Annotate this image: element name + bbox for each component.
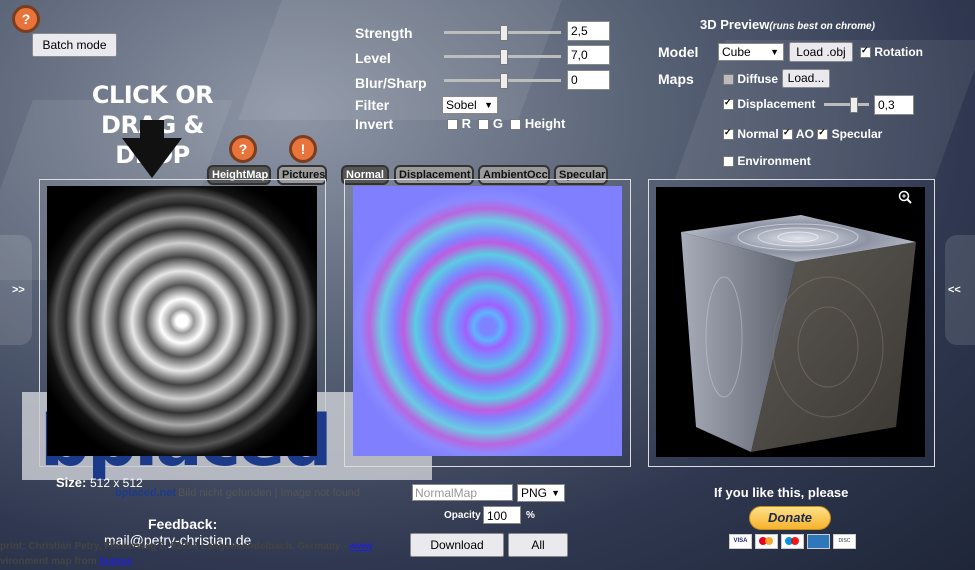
maps-label: Maps	[658, 71, 694, 87]
invert-g-label: G	[492, 116, 503, 131]
discover-icon: DISC	[833, 534, 856, 549]
level-slider-thumb[interactable]	[500, 49, 508, 65]
preview-subtitle: (runs best on chrome)	[769, 21, 875, 32]
maestro-icon	[781, 534, 804, 549]
rotation-option: Rotation	[860, 45, 923, 59]
invert-height-checkbox[interactable]	[510, 119, 522, 131]
map-options-row: Normal AO Specular	[723, 127, 882, 141]
diffuse-checkbox[interactable]	[723, 74, 734, 86]
strength-slider[interactable]	[444, 25, 561, 41]
blur-sharp-slider[interactable]	[444, 73, 561, 89]
model-select-value: Cube	[722, 45, 751, 59]
imprint-text: print: Christian Petry, Fliederweg 8, 91…	[0, 541, 373, 552]
environment-option: Environment	[723, 154, 811, 168]
format-select-value: PNG	[521, 486, 548, 500]
env-credit-text: vironment map from	[0, 556, 100, 567]
filter-select-value: Sobel	[446, 98, 477, 112]
opacity-label: Opacity	[444, 510, 481, 521]
model-label: Model	[658, 44, 699, 60]
mastercard-icon	[755, 534, 778, 549]
strength-label: Strength	[355, 25, 413, 41]
expand-left-button[interactable]: >>	[12, 284, 25, 296]
invert-options: R G Height	[447, 116, 565, 131]
level-label: Level	[355, 50, 391, 66]
cube-render	[681, 215, 916, 452]
batch-mode-button[interactable]: Batch mode	[32, 33, 117, 57]
warning-icon[interactable]: !	[289, 135, 317, 163]
specular-checkbox[interactable]	[817, 127, 829, 141]
size-readout: Size: 512 x 512	[56, 475, 143, 490]
load-diffuse-button[interactable]: Load...	[782, 69, 830, 88]
background-shape	[238, 0, 562, 120]
image-not-found-text: Bild nicht gefunden | Image not found	[178, 487, 361, 499]
environment-checkbox[interactable]	[723, 156, 734, 168]
displacement-checkbox[interactable]	[723, 97, 734, 111]
invert-height-label: Height	[524, 116, 566, 131]
zoom-icon[interactable]	[898, 190, 912, 204]
filter-label: Filter	[355, 97, 390, 113]
donate-text: If you like this, please	[714, 485, 849, 500]
specular-label: Specular	[831, 127, 883, 141]
displacement-slider-thumb[interactable]	[850, 97, 858, 113]
heightmap-image[interactable]	[47, 186, 317, 456]
blur-sharp-label: Blur/Sharp	[355, 75, 427, 91]
download-all-button[interactable]: All	[508, 533, 568, 557]
preview-title-text: 3D Preview	[700, 17, 770, 32]
feedback-label: Feedback:	[148, 516, 218, 532]
drop-text-line1: CLICK OR	[91, 81, 214, 109]
strength-slider-thumb[interactable]	[500, 25, 508, 41]
down-arrow-stem	[140, 120, 164, 140]
blur-sharp-slider-thumb[interactable]	[500, 73, 508, 89]
ao-label: AO	[795, 127, 814, 141]
filter-select[interactable]: Sobel	[442, 96, 498, 114]
donate-button[interactable]: Donate	[749, 506, 831, 530]
env-credit: vironment map from humus	[0, 556, 132, 567]
opacity-input[interactable]: 100	[483, 506, 521, 524]
visa-icon: VISA	[729, 534, 752, 549]
imprint-line: print: Christian Petry, Fliederweg 8, 91…	[0, 541, 350, 552]
invert-r-checkbox[interactable]	[447, 119, 458, 131]
rotation-label: Rotation	[874, 45, 923, 59]
normal-checkbox[interactable]	[723, 127, 734, 141]
blur-sharp-input[interactable]: 0	[567, 70, 610, 90]
normal-label: Normal	[737, 127, 779, 141]
model-select[interactable]: Cube	[718, 43, 784, 61]
level-input[interactable]: 7,0	[567, 45, 610, 65]
displacement-label: Displacement	[737, 97, 816, 111]
question-icon[interactable]: ?	[229, 135, 257, 163]
env-credit-link[interactable]: humus	[99, 556, 132, 567]
3d-viewport[interactable]	[656, 187, 925, 457]
level-slider[interactable]	[444, 49, 561, 65]
format-select[interactable]: PNG	[517, 484, 565, 502]
load-obj-button[interactable]: Load .obj	[789, 42, 853, 62]
ao-checkbox[interactable]	[782, 127, 794, 141]
diffuse-label: Diffuse	[737, 72, 779, 86]
strength-input[interactable]: 2,5	[567, 21, 610, 41]
preview-title: 3D Preview(runs best on chrome)	[700, 17, 875, 32]
down-arrow-icon	[122, 138, 182, 178]
invert-r-label: R	[461, 116, 472, 131]
normal-map-image[interactable]	[353, 186, 622, 456]
expand-right-button[interactable]: <<	[948, 284, 961, 296]
invert-g-checkbox[interactable]	[478, 119, 490, 131]
download-button[interactable]: Download	[410, 533, 504, 557]
diffuse-option: Diffuse	[723, 72, 778, 86]
displacement-input[interactable]: 0,3	[874, 95, 914, 115]
question-icon[interactable]: ?	[12, 5, 40, 33]
displacement-option: Displacement	[723, 97, 815, 111]
invert-label: Invert	[355, 116, 394, 132]
displacement-slider[interactable]	[824, 97, 869, 113]
rotation-checkbox[interactable]	[860, 45, 871, 59]
environment-label: Environment	[737, 154, 811, 168]
size-label: Size:	[56, 475, 87, 490]
amex-icon	[807, 534, 830, 549]
size-value: 512 x 512	[89, 476, 143, 490]
filename-placeholder: NormalMap	[415, 486, 478, 500]
opacity-unit: %	[526, 510, 535, 521]
imprint-link[interactable]: www	[349, 541, 372, 552]
payment-cards: VISA DISC	[729, 534, 856, 549]
